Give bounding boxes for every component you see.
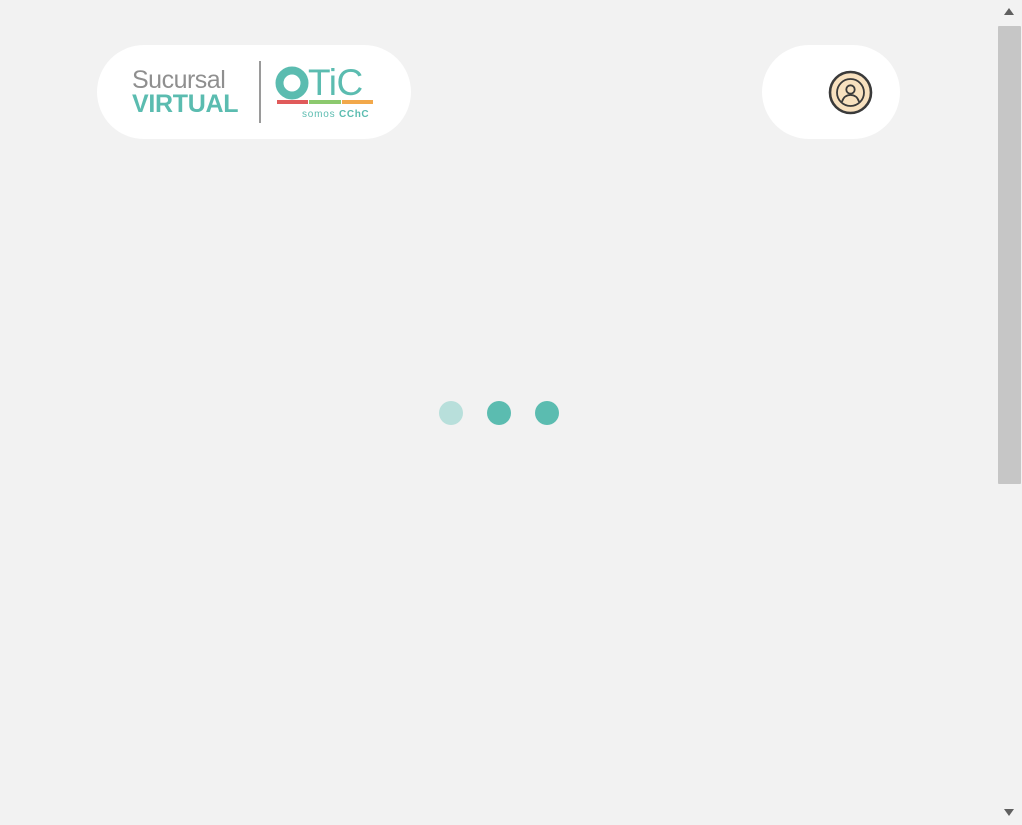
page: Sucursal VIRTUAL TiC somos CChC [0, 0, 997, 825]
otic-color-bars [277, 100, 374, 104]
otic-tagline: somos CChC [302, 109, 369, 121]
otic-cchc: CChC [339, 109, 370, 120]
loader-dot-1 [439, 401, 463, 425]
loading-indicator [439, 401, 559, 425]
brand-logo[interactable]: Sucursal VIRTUAL TiC somos CChC [97, 45, 411, 139]
loader-dot-2 [487, 401, 511, 425]
vertical-scrollbar[interactable] [997, 0, 1022, 825]
otic-o-icon [275, 66, 309, 100]
user-circle-icon [828, 70, 873, 115]
brand-line2: VIRTUAL [132, 90, 239, 118]
scrollbar-thumb[interactable] [998, 26, 1021, 484]
otic-logo: TiC somos CChC [275, 64, 379, 122]
user-menu-button[interactable] [828, 70, 873, 115]
brand-divider [259, 61, 261, 123]
user-menu-container [762, 45, 900, 139]
loader-dot-3 [535, 401, 559, 425]
otic-tic-text: TiC [308, 62, 363, 103]
sucursal-virtual-logo: Sucursal VIRTUAL [132, 67, 246, 119]
otic-somos: somos [302, 109, 336, 120]
scroll-up-arrow-icon[interactable] [1002, 5, 1016, 19]
scroll-down-arrow-icon[interactable] [1002, 805, 1016, 819]
